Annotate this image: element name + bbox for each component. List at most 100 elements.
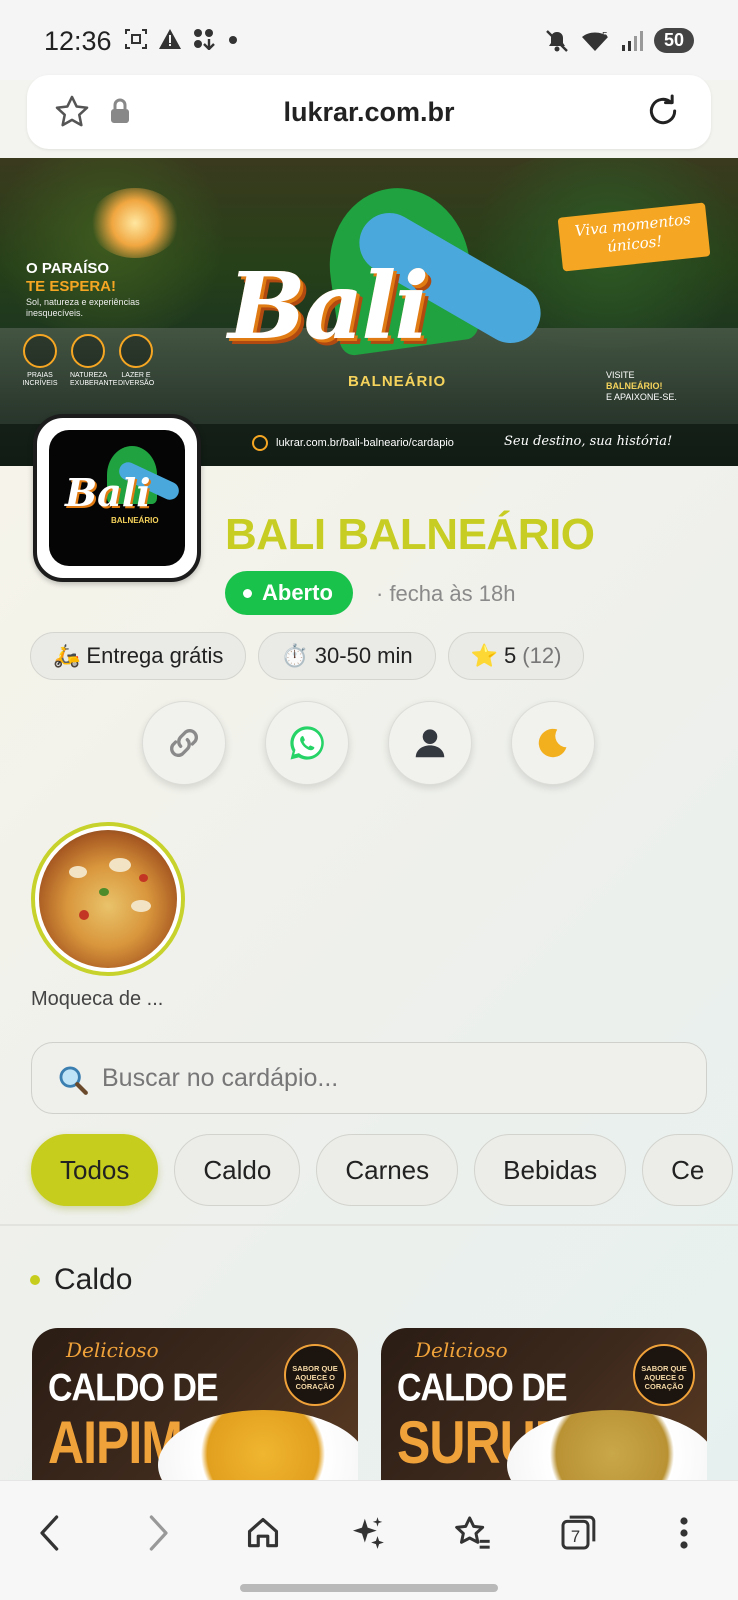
soup-bowl-image bbox=[158, 1410, 358, 1480]
battery-level: 50 bbox=[653, 28, 694, 53]
open-status-label: Aberto bbox=[262, 580, 333, 605]
card-title-line1: CALDO DE bbox=[48, 1366, 219, 1410]
banner-footer-url: lukrar.com.br/bali-balneario/cardapio bbox=[276, 437, 454, 449]
banner-footer-tagline: Seu destino, sua história! bbox=[504, 434, 673, 449]
tabs-count: 7 bbox=[571, 1527, 580, 1546]
coconut-icon bbox=[119, 334, 153, 368]
tabs-button[interactable]: 7 bbox=[548, 1503, 608, 1563]
status-right-icons: 5 50 bbox=[544, 28, 694, 53]
highlight-item[interactable] bbox=[31, 822, 185, 976]
shrimp-piece bbox=[109, 858, 131, 872]
url-text[interactable]: lukrar.com.br bbox=[27, 97, 711, 128]
status-bar: 12:36 5 50 bbox=[0, 0, 738, 80]
category-tab-carnes[interactable]: Carnes bbox=[316, 1134, 459, 1206]
store-logo: Bali BALNEÁRIO bbox=[33, 414, 201, 582]
more-icon bbox=[680, 1517, 688, 1549]
section-divider bbox=[0, 1224, 738, 1226]
apps-icon bbox=[194, 29, 215, 50]
store-name: BALI BALNEÁRIO bbox=[225, 510, 595, 559]
back-button[interactable] bbox=[20, 1503, 80, 1563]
delivery-time-label: 30-50 min bbox=[314, 643, 413, 668]
pepper-piece bbox=[79, 910, 89, 920]
forward-button[interactable] bbox=[128, 1503, 188, 1563]
pepper-piece bbox=[139, 874, 148, 882]
section-dot-icon bbox=[30, 1275, 40, 1285]
banner-sun bbox=[90, 188, 180, 258]
card-script: Delicioso bbox=[415, 1338, 508, 1362]
category-tab-ce[interactable]: Ce bbox=[642, 1134, 734, 1206]
banner-subtext: Sol, natureza e experiências inesquecíve… bbox=[26, 297, 140, 318]
dark-mode-icon bbox=[538, 728, 567, 758]
section-heading: Caldo bbox=[30, 1263, 132, 1297]
browser-bottom-nav: 7 bbox=[0, 1480, 738, 1600]
dark-mode-button[interactable] bbox=[511, 701, 595, 785]
feature-beaches: PRAIAS INCRÍVEIS bbox=[22, 334, 58, 388]
banner-visit-text: VISITE BALNEÁRIO! E APAIXONE-SE. bbox=[606, 370, 677, 402]
category-tabs: Todos Caldo Carnes Bebidas Ce bbox=[31, 1134, 734, 1206]
rating-count: (12) bbox=[522, 643, 562, 668]
banner-logo-word: Bali bbox=[228, 252, 429, 360]
banner-features: PRAIAS INCRÍVEIS NATUREZA EXUBERANTE LAZ… bbox=[22, 334, 154, 388]
menu-search[interactable] bbox=[31, 1042, 707, 1114]
dot-icon bbox=[229, 36, 237, 44]
more-menu-button[interactable] bbox=[654, 1503, 714, 1563]
open-dot-icon bbox=[243, 588, 252, 598]
card-script: Delicioso bbox=[66, 1338, 159, 1362]
category-tab-caldo[interactable]: Caldo bbox=[174, 1134, 301, 1206]
home-indicator[interactable] bbox=[240, 1584, 498, 1592]
svg-text:5: 5 bbox=[602, 31, 608, 42]
search-icon bbox=[59, 1066, 88, 1095]
status-time: 12:36 bbox=[44, 26, 112, 56]
rating-chip: ⭐ 5 (12) bbox=[447, 632, 585, 680]
home-button[interactable] bbox=[233, 1503, 293, 1563]
shrimp-piece bbox=[131, 900, 151, 912]
whatsapp-icon bbox=[290, 726, 324, 760]
star-icon: ⭐ bbox=[470, 643, 499, 668]
scooter-icon: 🛵 bbox=[53, 643, 81, 668]
screenshot-icon bbox=[125, 29, 147, 49]
camera-icon bbox=[71, 334, 105, 368]
profile-icon bbox=[415, 729, 445, 758]
profile-button[interactable] bbox=[388, 701, 472, 785]
banner-headline-1: O PARAÍSO bbox=[26, 260, 110, 277]
timer-icon: ⏱️ bbox=[281, 643, 309, 668]
bookmarks-button[interactable] bbox=[443, 1503, 503, 1563]
section-title: Caldo bbox=[54, 1263, 133, 1296]
highlight-label[interactable]: Moqueca de ... bbox=[31, 988, 163, 1011]
link-icon bbox=[170, 729, 198, 757]
feature-nature: NATUREZA EXUBERANTE bbox=[70, 334, 117, 388]
delivery-time-chip: ⏱️ 30-50 min bbox=[258, 632, 436, 680]
share-link-button[interactable] bbox=[142, 701, 226, 785]
store-info-chips: 🛵 Entrega grátis ⏱️ 30-50 min ⭐ 5 (12) bbox=[30, 632, 585, 680]
shrimp-piece bbox=[69, 866, 87, 878]
waves-icon bbox=[23, 334, 57, 368]
store-logo-word: Bali bbox=[65, 470, 151, 515]
open-status-badge: Aberto bbox=[225, 571, 353, 615]
forward-icon bbox=[149, 1515, 168, 1551]
alert-icon bbox=[159, 29, 181, 49]
card-seal: SABOR QUE AQUECE O CORAÇÃO bbox=[633, 1344, 695, 1406]
signal-icon bbox=[621, 30, 643, 51]
reload-icon[interactable] bbox=[643, 91, 683, 131]
status-left-icons bbox=[124, 28, 240, 50]
closing-time: · fecha às 18h bbox=[376, 581, 516, 606]
category-tab-todos[interactable]: Todos bbox=[31, 1134, 159, 1206]
whatsapp-button[interactable] bbox=[265, 701, 349, 785]
highlight-image[interactable] bbox=[39, 830, 177, 968]
category-tab-bebidas[interactable]: Bebidas bbox=[474, 1134, 627, 1206]
tabs-icon: 7 bbox=[561, 1515, 596, 1550]
ai-assistant-button[interactable] bbox=[338, 1503, 398, 1563]
card-title-line1: CALDO DE bbox=[397, 1366, 568, 1410]
wifi-icon: 5 bbox=[581, 31, 608, 51]
store-logo-image: Bali BALNEÁRIO bbox=[49, 430, 185, 566]
banner-logo-sub: BALNEÁRIO bbox=[348, 373, 447, 390]
back-icon bbox=[40, 1515, 59, 1551]
product-card[interactable]: Delicioso CALDO DE AIPIM SABOR QUE AQUEC… bbox=[32, 1328, 358, 1480]
address-bar[interactable]: lukrar.com.br bbox=[27, 75, 711, 149]
mute-icon bbox=[546, 29, 568, 52]
home-icon bbox=[247, 1517, 279, 1548]
search-input[interactable] bbox=[102, 1043, 682, 1113]
delivery-label: Entrega grátis bbox=[86, 643, 224, 668]
product-card[interactable]: Delicioso CALDO DE SURURU SABOR QUE AQUE… bbox=[381, 1328, 707, 1480]
banner-headline-2: TE ESPERA! bbox=[26, 278, 117, 295]
